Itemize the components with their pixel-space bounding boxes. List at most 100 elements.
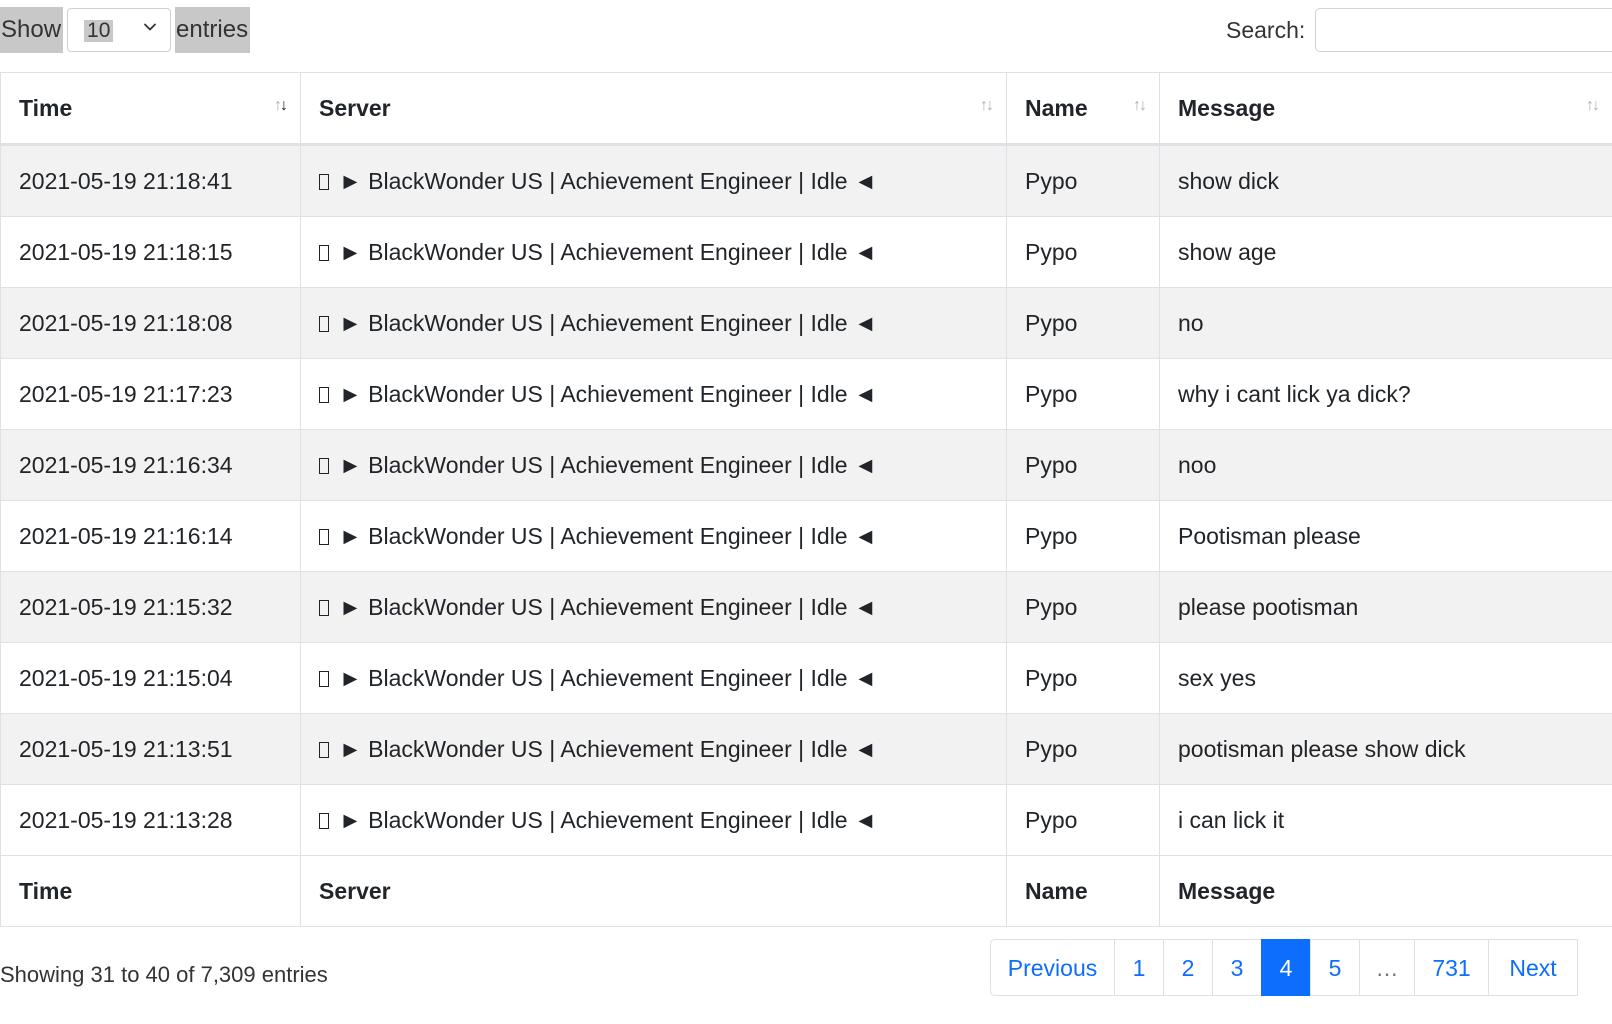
table-body: 2021-05-19 21:18:41 ► BlackWonder US | A… bbox=[0, 144, 1612, 856]
cell-time: 2021-05-19 21:16:34 bbox=[0, 429, 301, 501]
cell-message: show dick bbox=[1159, 144, 1612, 217]
column-header-message[interactable]: Message ↑↓ bbox=[1159, 72, 1612, 146]
server-name: ► BlackWonder US | Achievement Engineer … bbox=[339, 238, 877, 265]
page-button-731[interactable]: 731 bbox=[1414, 939, 1489, 996]
table-row: 2021-05-19 21:15:32 ► BlackWonder US | A… bbox=[0, 571, 1612, 643]
chevron-down-icon bbox=[144, 23, 156, 31]
sort-icon: ↑↓ bbox=[1133, 97, 1147, 114]
missing-glyph-icon bbox=[319, 173, 329, 190]
cell-name: Pypo bbox=[1006, 144, 1160, 217]
cell-message: Pootisman please bbox=[1159, 500, 1612, 572]
search-label: Search: bbox=[1226, 16, 1306, 43]
cell-server: ► BlackWonder US | Achievement Engineer … bbox=[300, 500, 1007, 572]
table-row: 2021-05-19 21:18:08 ► BlackWonder US | A… bbox=[0, 287, 1612, 359]
cell-time: 2021-05-19 21:13:28 bbox=[0, 784, 301, 856]
table-row: 2021-05-19 21:13:28 ► BlackWonder US | A… bbox=[0, 784, 1612, 856]
cell-server: ► BlackWonder US | Achievement Engineer … bbox=[300, 429, 1007, 501]
sort-icon: ↑↓ bbox=[274, 97, 288, 114]
server-name: ► BlackWonder US | Achievement Engineer … bbox=[339, 309, 877, 336]
cell-name: Pypo bbox=[1006, 216, 1160, 288]
column-header-label: Server bbox=[319, 94, 391, 121]
server-name: ► BlackWonder US | Achievement Engineer … bbox=[339, 593, 877, 620]
footer-label-name: Name bbox=[1006, 855, 1160, 927]
missing-glyph-icon bbox=[319, 670, 329, 687]
entries-per-page-value: 10 bbox=[84, 20, 114, 42]
sort-icon: ↑↓ bbox=[1586, 97, 1600, 114]
cell-time: 2021-05-19 21:18:15 bbox=[0, 216, 301, 288]
cell-time: 2021-05-19 21:16:14 bbox=[0, 500, 301, 572]
datatable-page: Show 10 entries Search: Time ↑↓ Server ↑… bbox=[0, 0, 1612, 1024]
column-header-name[interactable]: Name ↑↓ bbox=[1006, 72, 1160, 146]
next-page-button[interactable]: Next bbox=[1488, 939, 1578, 996]
entries-length-control: Show 10 entries bbox=[0, 7, 251, 53]
page-button-1[interactable]: 1 bbox=[1114, 939, 1164, 996]
footer-label-message: Message bbox=[1159, 855, 1612, 927]
pagination: Previous 1 2 3 4 5 … 731 Next bbox=[990, 939, 1578, 996]
missing-glyph-icon bbox=[319, 244, 329, 261]
show-label: Show bbox=[0, 7, 64, 53]
missing-glyph-icon bbox=[319, 812, 329, 829]
cell-name: Pypo bbox=[1006, 571, 1160, 643]
cell-server: ► BlackWonder US | Achievement Engineer … bbox=[300, 571, 1007, 643]
search-control: Search: bbox=[1226, 7, 1612, 53]
missing-glyph-icon bbox=[319, 457, 329, 474]
server-name: ► BlackWonder US | Achievement Engineer … bbox=[339, 451, 877, 478]
cell-server: ► BlackWonder US | Achievement Engineer … bbox=[300, 358, 1007, 430]
server-name: ► BlackWonder US | Achievement Engineer … bbox=[339, 380, 877, 407]
table-footer: Time Server Name Message bbox=[0, 855, 1612, 927]
cell-message: show age bbox=[1159, 216, 1612, 288]
column-header-server[interactable]: Server ↑↓ bbox=[300, 72, 1007, 146]
table-row: 2021-05-19 21:16:14 ► BlackWonder US | A… bbox=[0, 500, 1612, 572]
cell-name: Pypo bbox=[1006, 358, 1160, 430]
search-input[interactable] bbox=[1315, 8, 1612, 52]
page-button-3[interactable]: 3 bbox=[1212, 939, 1262, 996]
footer-label-server: Server bbox=[300, 855, 1007, 927]
cell-time: 2021-05-19 21:18:08 bbox=[0, 287, 301, 359]
missing-glyph-icon bbox=[319, 741, 329, 758]
cell-time: 2021-05-19 21:13:51 bbox=[0, 713, 301, 785]
cell-time: 2021-05-19 21:15:04 bbox=[0, 642, 301, 714]
cell-server: ► BlackWonder US | Achievement Engineer … bbox=[300, 713, 1007, 785]
table-row: 2021-05-19 21:17:23 ► BlackWonder US | A… bbox=[0, 358, 1612, 430]
missing-glyph-icon bbox=[319, 599, 329, 616]
table-header: Time ↑↓ Server ↑↓ Name ↑↓ Message ↑↓ bbox=[0, 72, 1612, 146]
entries-label: entries bbox=[175, 7, 251, 53]
missing-glyph-icon bbox=[319, 386, 329, 403]
sort-icon: ↑↓ bbox=[980, 97, 994, 114]
page-button-5[interactable]: 5 bbox=[1310, 939, 1360, 996]
cell-message: noo bbox=[1159, 429, 1612, 501]
page-button-4-active[interactable]: 4 bbox=[1261, 939, 1311, 996]
footer-label-time: Time bbox=[0, 855, 301, 927]
cell-name: Pypo bbox=[1006, 500, 1160, 572]
cell-name: Pypo bbox=[1006, 642, 1160, 714]
chat-log-table: Time ↑↓ Server ↑↓ Name ↑↓ Message ↑↓ 202… bbox=[0, 72, 1612, 927]
column-header-label: Message bbox=[1178, 94, 1276, 121]
server-name: ► BlackWonder US | Achievement Engineer … bbox=[339, 522, 877, 549]
cell-server: ► BlackWonder US | Achievement Engineer … bbox=[300, 784, 1007, 856]
missing-glyph-icon bbox=[319, 528, 329, 545]
cell-message: i can lick it bbox=[1159, 784, 1612, 856]
cell-name: Pypo bbox=[1006, 429, 1160, 501]
cell-message: no bbox=[1159, 287, 1612, 359]
cell-server: ► BlackWonder US | Achievement Engineer … bbox=[300, 216, 1007, 288]
cell-name: Pypo bbox=[1006, 713, 1160, 785]
server-name: ► BlackWonder US | Achievement Engineer … bbox=[339, 735, 877, 762]
page-button-2[interactable]: 2 bbox=[1163, 939, 1213, 996]
missing-glyph-icon bbox=[319, 315, 329, 332]
cell-server: ► BlackWonder US | Achievement Engineer … bbox=[300, 642, 1007, 714]
column-header-time[interactable]: Time ↑↓ bbox=[0, 72, 301, 146]
previous-page-button[interactable]: Previous bbox=[990, 939, 1115, 996]
cell-message: why i cant lick ya dick? bbox=[1159, 358, 1612, 430]
entries-per-page-select[interactable]: 10 bbox=[67, 8, 172, 52]
table-row: 2021-05-19 21:15:04 ► BlackWonder US | A… bbox=[0, 642, 1612, 714]
cell-name: Pypo bbox=[1006, 784, 1160, 856]
cell-name: Pypo bbox=[1006, 287, 1160, 359]
cell-server: ► BlackWonder US | Achievement Engineer … bbox=[300, 287, 1007, 359]
cell-message: pootisman please show dick bbox=[1159, 713, 1612, 785]
page-ellipsis: … bbox=[1359, 939, 1415, 996]
column-header-label: Name bbox=[1025, 94, 1088, 121]
cell-message: sex yes bbox=[1159, 642, 1612, 714]
cell-time: 2021-05-19 21:15:32 bbox=[0, 571, 301, 643]
table-info: Showing 31 to 40 of 7,309 entries bbox=[0, 962, 328, 987]
cell-time: 2021-05-19 21:17:23 bbox=[0, 358, 301, 430]
